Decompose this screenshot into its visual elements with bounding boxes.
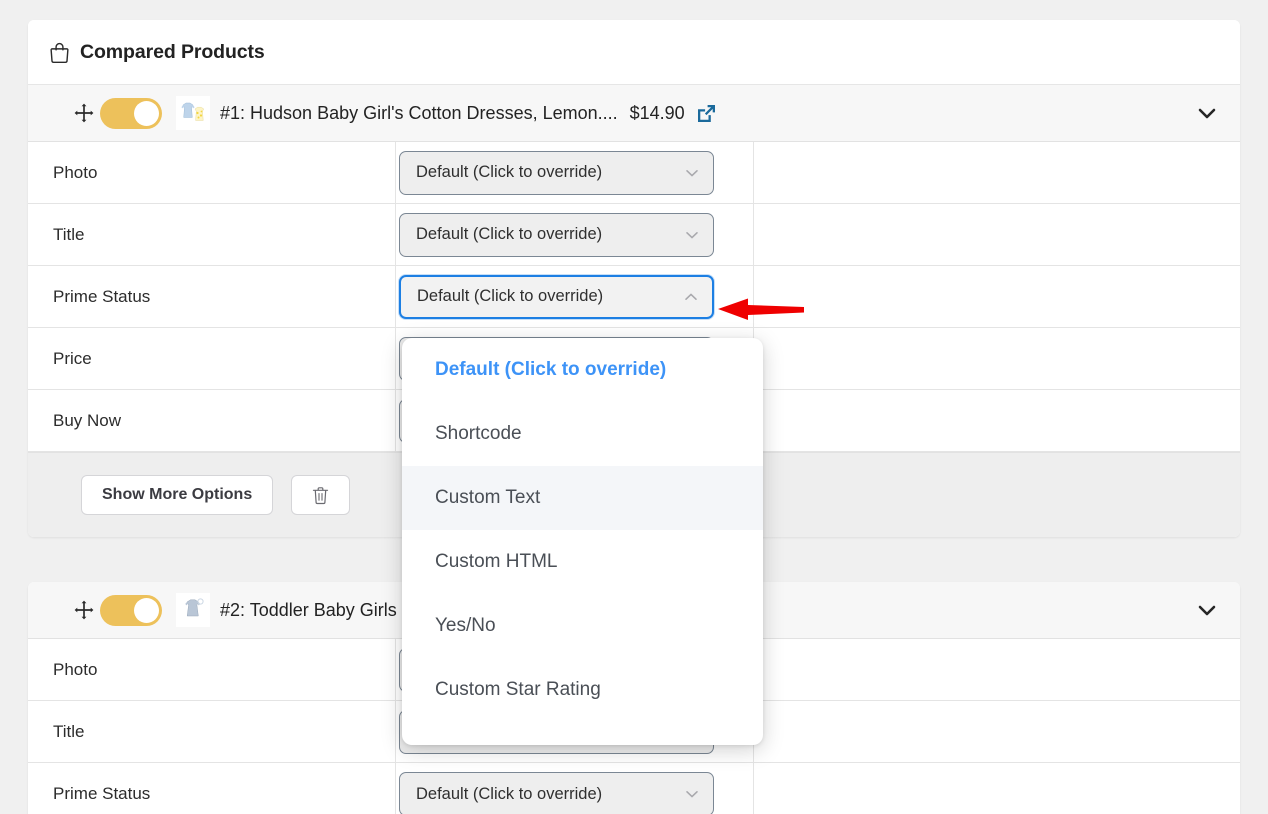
collapse-chevron-icon-1[interactable]	[1194, 100, 1220, 126]
attribute-extra-cell	[754, 763, 1240, 814]
chevron-down-icon	[686, 791, 698, 798]
product-title-2: #2: Toddler Baby Girls	[220, 599, 397, 620]
product-thumbnail-2	[176, 593, 210, 627]
attribute-row-prime-status-1: Prime Status Default (Click to override)	[28, 266, 1240, 328]
dropdown-option-default[interactable]: Default (Click to override)	[402, 338, 763, 402]
dropdown-option-custom-html[interactable]: Custom HTML	[402, 530, 763, 594]
attribute-control: Default (Click to override)	[396, 204, 754, 265]
dropdown-option-custom-star-rating[interactable]: Custom Star Rating	[402, 658, 763, 722]
attribute-extra-cell	[754, 204, 1240, 265]
toggle-knob	[134, 597, 159, 623]
product-enable-toggle-1[interactable]	[100, 97, 162, 129]
shopping-bag-icon	[50, 42, 69, 63]
select-prime-status-2[interactable]: Default (Click to override)	[399, 772, 714, 814]
select-value: Default (Click to override)	[416, 225, 603, 243]
attribute-control: Default (Click to override)	[396, 763, 754, 814]
select-value: Default (Click to override)	[416, 163, 603, 181]
attribute-extra-cell	[754, 701, 1240, 762]
select-prime-status-1[interactable]: Default (Click to override)	[399, 274, 714, 319]
chevron-down-icon	[686, 169, 698, 176]
attribute-label: Price	[28, 328, 396, 389]
override-type-dropdown-menu[interactable]: Default (Click to override) Shortcode Cu…	[402, 338, 763, 745]
attribute-extra-cell	[754, 328, 1240, 389]
product-title-1: #1: Hudson Baby Girl's Cotton Dresses, L…	[220, 102, 618, 123]
attribute-label: Prime Status	[28, 763, 396, 814]
page-title: Compared Products	[80, 40, 265, 63]
drag-move-icon[interactable]	[74, 600, 94, 620]
select-title-1[interactable]: Default (Click to override)	[399, 212, 714, 257]
external-link-icon[interactable]	[696, 103, 717, 124]
select-value: Default (Click to override)	[417, 287, 604, 305]
attribute-row-prime-status-2: Prime Status Default (Click to override)	[28, 763, 1240, 814]
collapse-chevron-icon-2[interactable]	[1194, 597, 1220, 623]
product-bar-1[interactable]: #1: Hudson Baby Girl's Cotton Dresses, L…	[28, 85, 1240, 142]
dropdown-option-custom-text[interactable]: Custom Text	[402, 466, 763, 530]
attribute-extra-cell	[754, 390, 1240, 451]
product-enable-toggle-2[interactable]	[100, 594, 162, 626]
drag-move-icon[interactable]	[74, 103, 94, 123]
trash-icon	[313, 486, 329, 504]
show-more-options-button[interactable]: Show More Options	[81, 475, 274, 515]
attribute-extra-cell	[754, 639, 1240, 700]
product-price-1: $14.90	[629, 102, 685, 123]
attribute-control: Default (Click to override)	[396, 266, 754, 327]
chevron-down-icon	[686, 231, 698, 238]
chevron-up-icon	[685, 293, 697, 300]
attribute-row-title-1: Title Default (Click to override)	[28, 204, 1240, 266]
attribute-label: Title	[28, 204, 396, 265]
attribute-extra-cell	[754, 142, 1240, 203]
attribute-label: Title	[28, 701, 396, 762]
attribute-label: Photo	[28, 639, 396, 700]
dropdown-option-shortcode[interactable]: Shortcode	[402, 402, 763, 466]
dropdown-option-yes-no[interactable]: Yes/No	[402, 594, 763, 658]
attribute-control: Default (Click to override)	[396, 142, 754, 203]
select-value: Default (Click to override)	[416, 784, 603, 803]
app-root: Compared Products #1: Hudson Baby Girl's…	[0, 0, 1268, 814]
attribute-extra-cell	[754, 266, 1240, 327]
product-thumbnail-1	[176, 96, 210, 130]
select-photo-1[interactable]: Default (Click to override)	[399, 150, 714, 195]
attribute-label: Buy Now	[28, 390, 396, 451]
attribute-label: Prime Status	[28, 266, 396, 327]
toggle-knob	[134, 100, 159, 126]
attribute-label: Photo	[28, 142, 396, 203]
delete-product-button[interactable]	[291, 475, 351, 515]
attribute-row-photo-1: Photo Default (Click to override)	[28, 142, 1240, 204]
card-header: Compared Products	[28, 20, 1240, 85]
